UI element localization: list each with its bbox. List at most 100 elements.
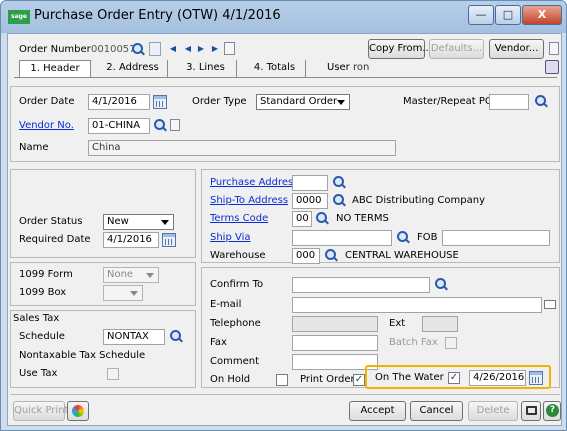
required-date-calendar-icon[interactable] <box>162 233 176 247</box>
tab-header[interactable]: 1. Header <box>19 60 91 78</box>
terms-lookup-icon[interactable] <box>315 211 329 225</box>
terms-code-link[interactable]: Terms Code <box>210 213 268 224</box>
purchase-address-field[interactable] <box>292 175 328 191</box>
copy-icon[interactable] <box>149 42 161 56</box>
ship-to-link[interactable]: Ship-To Address <box>210 195 288 206</box>
on-hold-checkbox[interactable] <box>276 374 288 386</box>
next-record-icon[interactable]: ▶ <box>196 44 206 54</box>
use-tax-label: Use Tax <box>19 368 58 379</box>
tab-totals-label: 4. Totals <box>253 62 296 73</box>
ship-via-field[interactable] <box>292 230 392 246</box>
defaults-button[interactable]: Defaults... <box>429 39 484 59</box>
vendor-memo-icon[interactable] <box>170 119 180 131</box>
telephone-field[interactable] <box>292 316 378 332</box>
title-bar[interactable]: sage Purchase Order Entry (OTW) 4/1/2016… <box>1 1 566 33</box>
copy-from-button[interactable]: Copy From... <box>368 39 432 59</box>
print-button[interactable] <box>521 401 541 421</box>
confirm-to-label: Confirm To <box>210 279 264 290</box>
warehouse-field[interactable]: 000 <box>292 248 320 264</box>
tab-lines[interactable]: 3. Lines <box>175 60 237 78</box>
ship-to-field[interactable]: 0000 <box>292 193 328 209</box>
help-button[interactable]: ? <box>543 401 561 421</box>
vendor-no-link[interactable]: Vendor No. <box>19 120 74 131</box>
ship-via-link[interactable]: Ship Via <box>210 232 251 243</box>
warehouse-label: Warehouse <box>210 250 266 261</box>
palette-button[interactable] <box>67 401 89 421</box>
confirm-to-field[interactable] <box>292 277 430 293</box>
user-value: ron <box>353 62 370 73</box>
use-tax-checkbox[interactable] <box>107 368 119 380</box>
purchase-address-lookup-icon[interactable] <box>332 175 346 189</box>
order-type-label: Order Type <box>192 96 247 107</box>
tab-lines-label: 3. Lines <box>186 62 225 73</box>
on-the-water-date-field[interactable]: 4/26/2016 <box>469 370 526 386</box>
fob-field[interactable] <box>442 230 550 246</box>
cancel-button[interactable]: Cancel <box>410 401 463 421</box>
print-order-label: Print Order <box>300 374 355 385</box>
order-number-label: Order Number <box>19 44 91 55</box>
minimize-button[interactable]: — <box>468 5 494 25</box>
on-the-water-calendar-icon[interactable] <box>529 371 543 385</box>
email-field[interactable] <box>292 297 542 313</box>
ship-to-lookup-icon[interactable] <box>332 193 346 207</box>
first-record-icon[interactable]: ◀ <box>168 44 178 54</box>
tab-address[interactable]: 2. Address <box>98 60 168 78</box>
maximize-button[interactable]: □ <box>495 5 521 25</box>
batch-fax-checkbox[interactable] <box>445 337 457 349</box>
order-date-label: Order Date <box>19 96 75 107</box>
required-date-field[interactable]: 4/1/2016 <box>103 232 159 248</box>
order-section: Order Date 4/1/2016 Order Type Standard … <box>10 86 560 162</box>
previous-record-icon[interactable]: ◀ <box>183 44 193 54</box>
form-body: Order Number 0010057 ◀ ◀ ▶ ▶ Copy From..… <box>7 33 562 426</box>
quick-print-button[interactable]: Quick Print... <box>13 401 78 421</box>
order-status-select[interactable]: New <box>103 214 174 230</box>
terms-code-field[interactable]: 00 <box>292 211 312 227</box>
app-window: sage Purchase Order Entry (OTW) 4/1/2016… <box>0 0 567 431</box>
box-1099-select[interactable] <box>103 285 143 301</box>
notes-icon[interactable] <box>549 42 559 55</box>
sales-tax-section: Sales Tax Schedule NONTAX Nontaxable Tax… <box>10 310 196 388</box>
close-button[interactable]: X <box>522 5 562 25</box>
user-label: User <box>327 62 350 73</box>
schedule-field[interactable]: NONTAX <box>103 329 165 345</box>
box-1099-label: 1099 Box <box>19 287 67 298</box>
purchase-address-link[interactable]: Purchase Address <box>210 177 298 188</box>
accept-button[interactable]: Accept <box>349 401 406 421</box>
vendor-button[interactable]: Vendor... <box>489 39 544 59</box>
order-date-calendar-icon[interactable] <box>153 95 167 109</box>
vendor-lookup-icon[interactable] <box>153 118 167 132</box>
comment-label: Comment <box>210 356 259 367</box>
schedule-lookup-icon[interactable] <box>169 329 183 343</box>
order-number-lookup-icon[interactable] <box>131 42 145 56</box>
form-1099-section: 1099 Form None 1099 Box <box>10 262 196 306</box>
fax-label: Fax <box>210 337 227 348</box>
chevron-down-icon <box>130 291 138 296</box>
chevron-down-icon <box>146 273 154 278</box>
order-type-select[interactable]: Standard Order <box>256 94 350 110</box>
fax-field[interactable] <box>292 335 378 351</box>
confirm-to-lookup-icon[interactable] <box>434 277 448 291</box>
order-type-value: Standard Order <box>260 96 338 107</box>
on-the-water-checkbox[interactable]: ✓ <box>448 372 460 384</box>
master-repeat-label: Master/Repeat PO <box>403 96 493 107</box>
envelope-icon[interactable] <box>544 300 556 309</box>
ext-label: Ext <box>389 318 406 329</box>
ext-field[interactable] <box>422 316 458 332</box>
last-record-icon[interactable]: ▶ <box>210 44 220 54</box>
order-date-field[interactable]: 4/1/2016 <box>88 94 150 110</box>
memo-icon[interactable] <box>224 42 235 55</box>
footer-divider <box>10 394 560 395</box>
master-repeat-field[interactable] <box>489 94 529 110</box>
ship-via-lookup-icon[interactable] <box>396 230 410 244</box>
form-1099-select[interactable]: None <box>103 267 159 283</box>
address-section: Purchase Address Ship-To Address 0000 AB… <box>201 169 560 264</box>
warehouse-lookup-icon[interactable] <box>324 248 338 262</box>
print-order-checkbox[interactable]: ✓ <box>353 374 365 386</box>
master-repeat-lookup-icon[interactable] <box>534 94 548 108</box>
name-label: Name <box>19 142 49 153</box>
tab-totals[interactable]: 4. Totals <box>244 60 306 78</box>
print-preview-icon[interactable] <box>545 60 559 74</box>
vendor-no-field[interactable]: 01-CHINA <box>88 118 150 134</box>
name-field: China <box>88 140 396 156</box>
delete-button[interactable]: Delete <box>468 401 518 421</box>
